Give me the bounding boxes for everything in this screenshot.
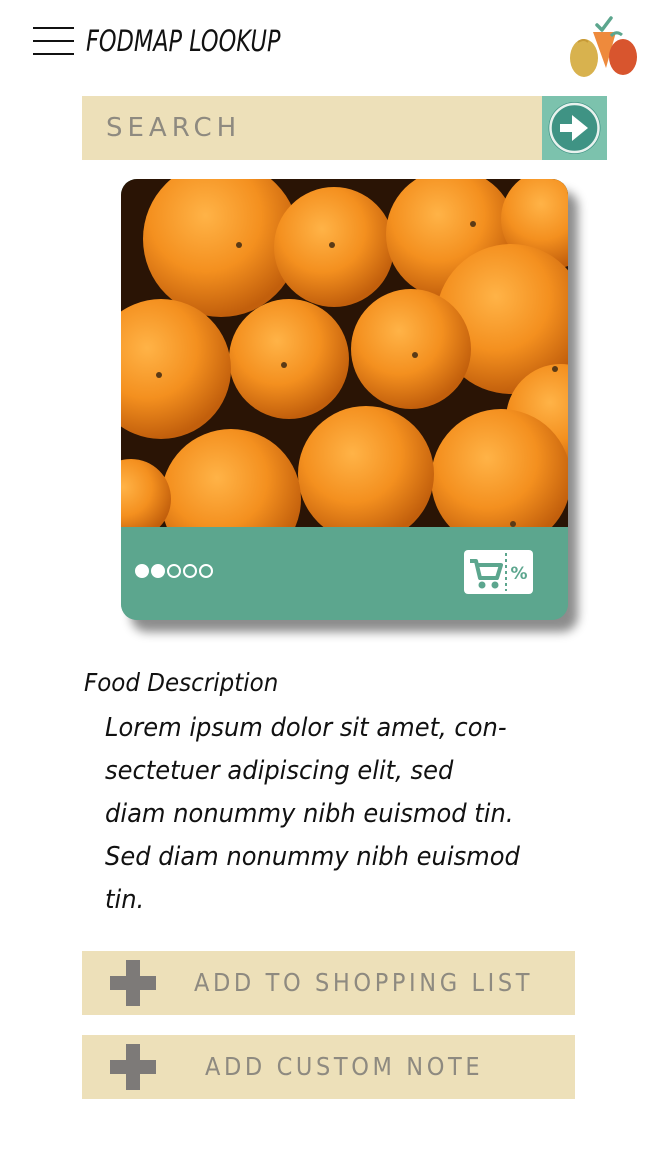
rating-dot-filled [151,564,165,578]
fruit-veggie-logo-icon [570,16,637,77]
card-footer: % [121,527,568,620]
description-line: tin. [105,885,145,915]
app-title: FODMAP LOOKUP [86,24,281,58]
add-to-shopping-list-label: ADD TO SHOPPING LIST [194,968,534,997]
rating-dot-empty [183,564,197,578]
description-title: Food Description [84,668,279,697]
svg-text:%: % [510,564,527,584]
hamburger-menu-icon[interactable] [33,27,75,57]
description-text: Lorem ipsum dolor sit amet, con- sectetu… [105,707,542,922]
cart-discount-coupon-icon[interactable]: % [464,550,533,594]
app-header: FODMAP LOOKUP [0,0,654,90]
add-to-shopping-list-button[interactable]: ADD TO SHOPPING LIST [82,951,575,1015]
rating-dot-empty [167,564,181,578]
fodmap-rating [135,564,213,578]
description-line: sectetuer adipiscing elit, sed [105,756,454,786]
add-custom-note-label: ADD CUSTOM NOTE [205,1052,484,1081]
search-submit-button[interactable] [542,96,607,160]
arrow-right-circle-icon [548,102,601,154]
description-line: Sed diam nonummy nibh euismod [105,842,520,872]
search-input[interactable] [82,96,542,160]
rating-dot-filled [135,564,149,578]
plus-icon [110,1044,156,1090]
description-line: diam nonummy nibh euismod tin. [105,799,514,829]
plus-icon [110,960,156,1006]
search-bar [82,96,607,160]
description-line: Lorem ipsum dolor sit amet, con- [105,713,507,743]
food-card: % [121,179,568,620]
rating-dot-empty [199,564,213,578]
add-custom-note-button[interactable]: ADD CUSTOM NOTE [82,1035,575,1099]
mandarin-oranges-photo [121,179,568,527]
